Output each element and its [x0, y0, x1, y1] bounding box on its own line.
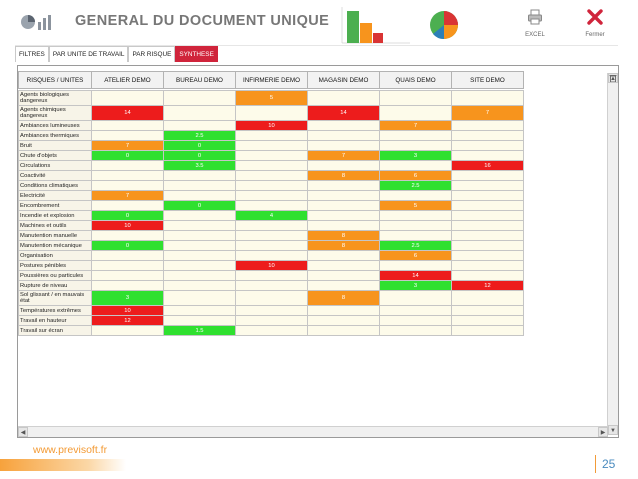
app-window: GENERAL DU DOCUMENT UNIQUE EXCEL Fermer … — [15, 3, 619, 438]
table-row: Bruit 7 0 — [18, 140, 524, 151]
table-row: Chute d'objets 0 0 7 3 — [18, 150, 524, 161]
row-header: Agents biologiques dangereux — [18, 90, 92, 106]
table-row: Travail sur écran 1.5 — [18, 325, 524, 336]
empty-cell[interactable] — [379, 90, 452, 106]
scroll-right-button[interactable]: ▶ — [598, 427, 608, 437]
table-row: Manutention manuelle 8 — [18, 230, 524, 241]
risk-score-cell[interactable]: 14 — [307, 105, 380, 121]
table-row: Ambiances lumineuses 10 7 — [18, 120, 524, 131]
excel-export-button[interactable]: EXCEL — [515, 9, 555, 43]
footer-bar — [0, 459, 126, 471]
table-row: Coactivité 8 6 — [18, 170, 524, 181]
horizontal-scrollbar[interactable]: ◀ ▶ — [18, 426, 608, 437]
column-header[interactable]: INFIRMERIE DEMO — [235, 71, 308, 89]
scroll-left-button[interactable]: ◀ — [18, 427, 28, 437]
column-header[interactable]: BUREAU DEMO — [163, 71, 236, 89]
table-row: Travail en hauteur 12 — [18, 315, 524, 326]
app-title: GENERAL DU DOCUMENT UNIQUE — [75, 13, 330, 29]
tab-synthese[interactable]: SYNTHESE — [175, 46, 218, 62]
risk-score-cell[interactable]: 5 — [235, 90, 308, 106]
close-icon — [587, 9, 603, 25]
empty-cell[interactable] — [307, 325, 380, 336]
table-row: Agents chimiques dangereux 14 14 7 — [18, 105, 524, 121]
table-row: Encombrement 0 5 — [18, 200, 524, 211]
grid-rows: Agents biologiques dangereux 5 Agents chim… — [18, 90, 524, 336]
empty-cell[interactable] — [91, 325, 164, 336]
column-header[interactable]: MAGASIN DEMO — [307, 71, 380, 89]
empty-cell[interactable] — [235, 325, 308, 336]
trash-icon[interactable] — [609, 74, 617, 83]
table-row: Températures extrêmes 10 — [18, 305, 524, 316]
table-row: Machines et outils 10 — [18, 220, 524, 231]
risk-score-cell[interactable]: 1.5 — [163, 325, 236, 336]
column-header[interactable]: SITE DEMO — [451, 71, 524, 89]
risk-score-cell[interactable]: 3 — [91, 290, 164, 306]
page-number: 25 — [595, 455, 615, 473]
empty-cell[interactable] — [379, 325, 452, 336]
column-header[interactable]: ATELIER DEMO — [91, 71, 164, 89]
empty-cell[interactable] — [379, 105, 452, 121]
synthesis-grid: RISQUES / UNITES ATELIER DEMO BUREAU DEMO I… — [17, 65, 619, 438]
empty-cell[interactable] — [451, 290, 524, 306]
tab-bar: FILTRES PAR UNITE DE TRAVAIL PAR RISQUE SYN… — [15, 46, 218, 62]
mini-bar-chart-icon — [341, 7, 410, 44]
table-row: Manutention mécanique 0 8 2.5 — [18, 240, 524, 251]
table-row: Ambiances thermiques 2.5 — [18, 130, 524, 141]
empty-cell[interactable] — [163, 290, 236, 306]
pie-bar-logo-icon — [21, 15, 51, 30]
row-header: Travail sur écran — [18, 325, 92, 336]
table-row: Agents biologiques dangereux 5 — [18, 90, 524, 106]
close-button[interactable]: Fermer — [575, 9, 615, 43]
footer-url: www.previsoft.fr — [33, 444, 108, 456]
table-row: Circulations 3.5 16 — [18, 160, 524, 171]
empty-cell[interactable] — [91, 90, 164, 106]
row-header: Sol glissant / en mauvais état — [18, 290, 92, 306]
risk-score-cell[interactable]: 14 — [91, 105, 164, 121]
close-label: Fermer — [585, 32, 605, 38]
table-row: Rupture de niveau 3 12 — [18, 280, 524, 291]
empty-cell[interactable] — [235, 290, 308, 306]
column-header[interactable]: QUAIS DEMO — [379, 71, 452, 89]
mini-pie-chart-icon — [430, 11, 458, 40]
table-row: Incendie et explosion 0 4 — [18, 210, 524, 221]
empty-cell[interactable] — [163, 90, 236, 106]
printer-icon — [528, 9, 542, 25]
empty-cell[interactable] — [451, 90, 524, 106]
corner-header: RISQUES / UNITES — [18, 71, 92, 89]
table-row: Postures pénibles 10 — [18, 260, 524, 271]
empty-cell[interactable] — [307, 90, 380, 106]
row-header: Agents chimiques dangereux — [18, 105, 92, 121]
risk-score-cell[interactable]: 7 — [451, 105, 524, 121]
tab-par-risque[interactable]: PAR RISQUE — [128, 46, 176, 62]
excel-label: EXCEL — [525, 32, 545, 38]
table-row: Conditions climatiques 2.5 — [18, 180, 524, 191]
empty-cell[interactable] — [163, 105, 236, 121]
app-header: GENERAL DU DOCUMENT UNIQUE EXCEL Fermer — [15, 3, 618, 46]
vertical-scrollbar[interactable]: ▲ ▼ — [607, 73, 618, 435]
tab-filtres[interactable]: FILTRES — [15, 46, 49, 62]
empty-cell[interactable] — [235, 105, 308, 121]
risk-score-cell[interactable]: 8 — [307, 290, 380, 306]
column-header-row: RISQUES / UNITES ATELIER DEMO BUREAU DEMO I… — [18, 71, 524, 89]
table-row: Sol glissant / en mauvais état 3 8 — [18, 290, 524, 306]
empty-cell[interactable] — [379, 290, 452, 306]
tab-par-unite-de-travail[interactable]: PAR UNITE DE TRAVAIL — [48, 46, 129, 62]
scroll-down-button[interactable]: ▼ — [608, 425, 618, 435]
table-row: Organisation 6 — [18, 250, 524, 261]
table-row: Electricité 7 — [18, 190, 524, 201]
table-row: Poussières ou particules 14 — [18, 270, 524, 281]
empty-cell[interactable] — [451, 325, 524, 336]
